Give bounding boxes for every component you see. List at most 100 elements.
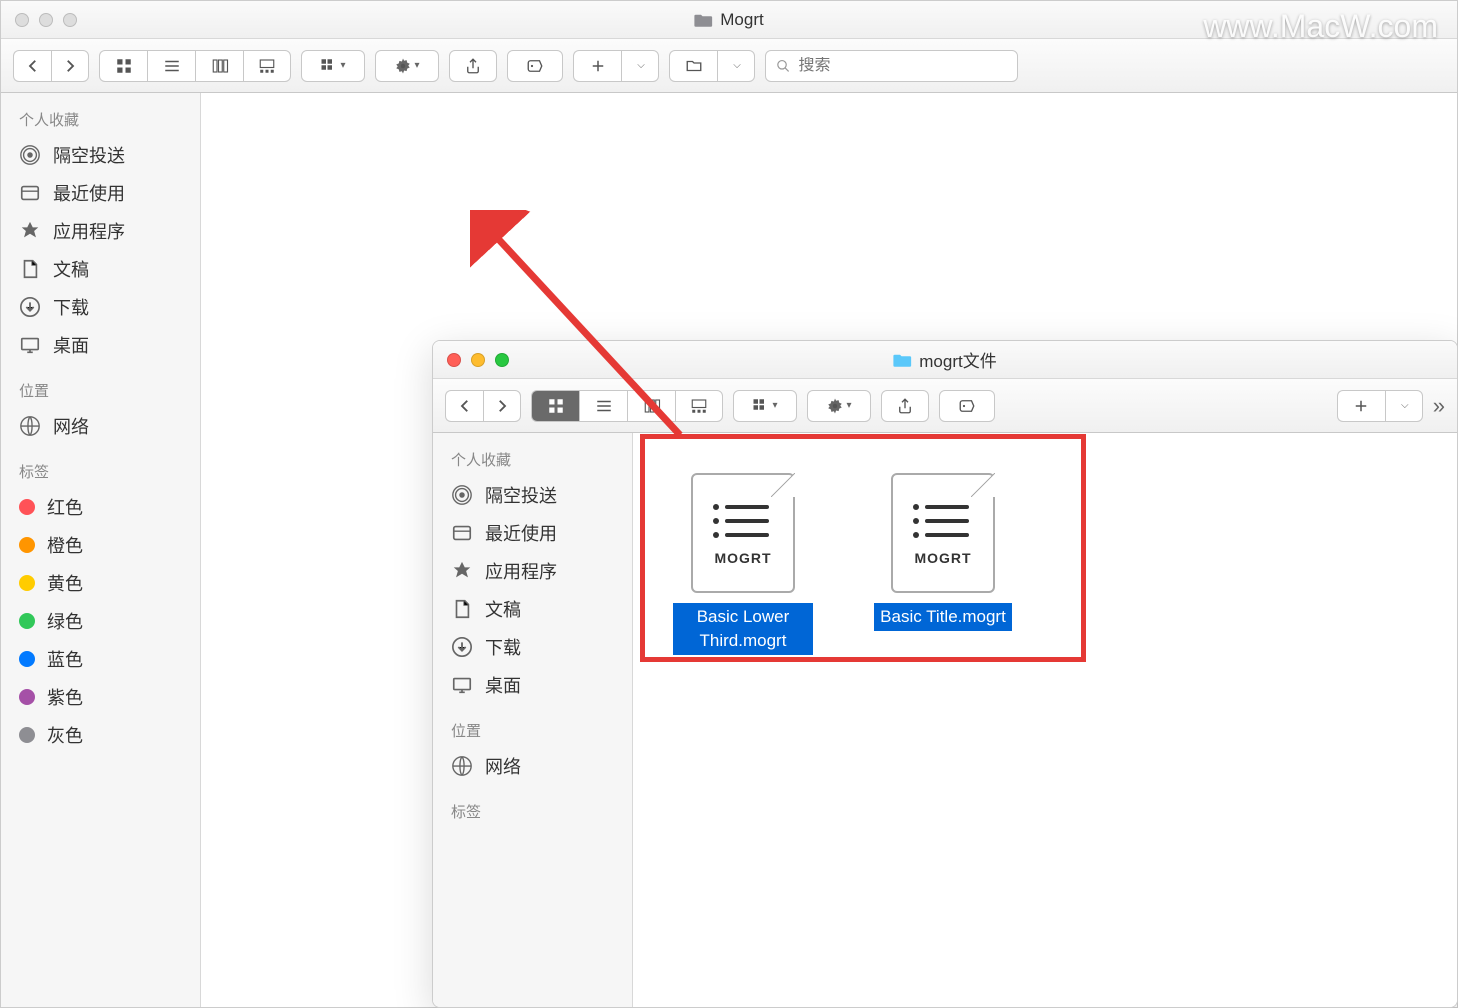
close-button[interactable] (15, 13, 29, 27)
desktop-icon (451, 674, 473, 696)
gallery-view-button[interactable] (675, 390, 723, 422)
file-item[interactable]: MOGRT Basic Lower Third.mogrt (673, 473, 813, 655)
sidebar-tag-red[interactable]: 红色 (1, 488, 200, 526)
sidebar-item-label: 下载 (485, 634, 521, 660)
close-button[interactable] (447, 353, 461, 367)
sidebar-item-applications[interactable]: 应用程序 (1, 212, 200, 250)
sidebar-item-downloads[interactable]: 下载 (1, 288, 200, 326)
view-buttons (531, 390, 723, 422)
recent-icon (19, 182, 41, 204)
column-view-button[interactable] (627, 390, 675, 422)
sidebar-tag-blue[interactable]: 蓝色 (1, 640, 200, 678)
favorites-header: 个人收藏 (433, 443, 632, 476)
sidebar-tag-orange[interactable]: 橙色 (1, 526, 200, 564)
tags-header: 标签 (1, 455, 200, 488)
sidebar-item-label: 绿色 (47, 608, 83, 634)
group-by-button[interactable]: ▾ (733, 390, 797, 422)
path-group: ⌵ (669, 50, 755, 82)
minimize-button[interactable] (39, 13, 53, 27)
share-button[interactable] (449, 50, 497, 82)
tags-button[interactable] (507, 50, 563, 82)
sidebar: 个人收藏 隔空投送 最近使用 应用程序 文稿 下载 桌面 位置 网络 标签 红色… (1, 93, 201, 1007)
search-input[interactable] (798, 57, 1007, 75)
search-icon (776, 58, 790, 74)
sidebar-item-recent[interactable]: 最近使用 (433, 514, 632, 552)
share-button[interactable] (881, 390, 929, 422)
airdrop-icon (451, 484, 473, 506)
network-icon (19, 415, 41, 437)
sidebar-item-documents[interactable]: 文稿 (1, 250, 200, 288)
back-button[interactable] (13, 50, 51, 82)
window-title: Mogrt (694, 10, 763, 30)
sidebar-item-label: 文稿 (53, 256, 89, 282)
maximize-button[interactable] (63, 13, 77, 27)
sidebar-tag-purple[interactable]: 紫色 (1, 678, 200, 716)
new-folder-dropdown[interactable]: ⌵ (621, 50, 659, 82)
docs-icon (451, 598, 473, 620)
action-button[interactable]: ▾ (807, 390, 871, 422)
window-title-text: Mogrt (720, 10, 763, 30)
sidebar-item-desktop[interactable]: 桌面 (433, 666, 632, 704)
sidebar-item-downloads[interactable]: 下载 (433, 628, 632, 666)
sidebar-item-documents[interactable]: 文稿 (433, 590, 632, 628)
folder-icon (694, 13, 712, 27)
group-by-button[interactable]: ▾ (301, 50, 365, 82)
new-folder-button[interactable] (1337, 390, 1385, 422)
back-button[interactable] (445, 390, 483, 422)
minimize-button[interactable] (471, 353, 485, 367)
new-folder-group: ⌵ (1337, 390, 1423, 422)
file-name: Basic Lower Third.mogrt (673, 603, 813, 655)
locations-header: 位置 (433, 714, 632, 747)
sidebar-item-airdrop[interactable]: 隔空投送 (1, 136, 200, 174)
tag-dot-icon (19, 613, 35, 629)
sidebar-tag-yellow[interactable]: 黄色 (1, 564, 200, 602)
path-dropdown[interactable]: ⌵ (717, 50, 755, 82)
search-box[interactable] (765, 50, 1018, 82)
body-area: 个人收藏 隔空投送 最近使用 应用程序 文稿 下载 桌面 位置 网络 标签 (433, 433, 1457, 1007)
forward-button[interactable] (483, 390, 521, 422)
forward-button[interactable] (51, 50, 89, 82)
new-folder-button[interactable] (573, 50, 621, 82)
folder-icon (893, 353, 911, 367)
overflow-button[interactable]: » (1433, 393, 1445, 419)
titlebar[interactable]: mogrt文件 (433, 341, 1457, 379)
maximize-button[interactable] (495, 353, 509, 367)
apps-icon (19, 220, 41, 242)
tags-button[interactable] (939, 390, 995, 422)
file-type-label: MOGRT (714, 550, 771, 566)
new-folder-dropdown[interactable]: ⌵ (1385, 390, 1423, 422)
network-icon (451, 755, 473, 777)
sidebar-item-desktop[interactable]: 桌面 (1, 326, 200, 364)
sidebar-item-recent[interactable]: 最近使用 (1, 174, 200, 212)
sidebar-item-network[interactable]: 网络 (1, 407, 200, 445)
file-type-label: MOGRT (914, 550, 971, 566)
gallery-view-button[interactable] (243, 50, 291, 82)
sidebar-item-label: 红色 (47, 494, 83, 520)
list-view-button[interactable] (579, 390, 627, 422)
sidebar-item-label: 网络 (53, 413, 89, 439)
sidebar-item-label: 隔空投送 (53, 142, 125, 168)
list-view-button[interactable] (147, 50, 195, 82)
icon-view-button[interactable] (531, 390, 579, 422)
content-area[interactable]: MOGRT Basic Lower Third.mogrt MOGRT Basi… (633, 433, 1457, 1007)
sidebar-item-label: 黄色 (47, 570, 83, 596)
action-button[interactable]: ▾ (375, 50, 439, 82)
sidebar-tag-green[interactable]: 绿色 (1, 602, 200, 640)
column-view-button[interactable] (195, 50, 243, 82)
sidebar-tag-gray[interactable]: 灰色 (1, 716, 200, 754)
apps-icon (451, 560, 473, 582)
path-button[interactable] (669, 50, 717, 82)
icon-view-button[interactable] (99, 50, 147, 82)
titlebar[interactable]: Mogrt (1, 1, 1457, 39)
sidebar-item-label: 橙色 (47, 532, 83, 558)
sidebar-item-label: 应用程序 (53, 218, 125, 244)
view-buttons (99, 50, 291, 82)
sidebar-item-label: 最近使用 (485, 520, 557, 546)
window-title-text: mogrt文件 (919, 347, 996, 372)
sidebar-item-applications[interactable]: 应用程序 (433, 552, 632, 590)
airdrop-icon (19, 144, 41, 166)
file-grid: MOGRT Basic Lower Third.mogrt MOGRT Basi… (653, 453, 1437, 675)
sidebar-item-airdrop[interactable]: 隔空投送 (433, 476, 632, 514)
sidebar-item-network[interactable]: 网络 (433, 747, 632, 785)
file-item[interactable]: MOGRT Basic Title.mogrt (873, 473, 1013, 655)
